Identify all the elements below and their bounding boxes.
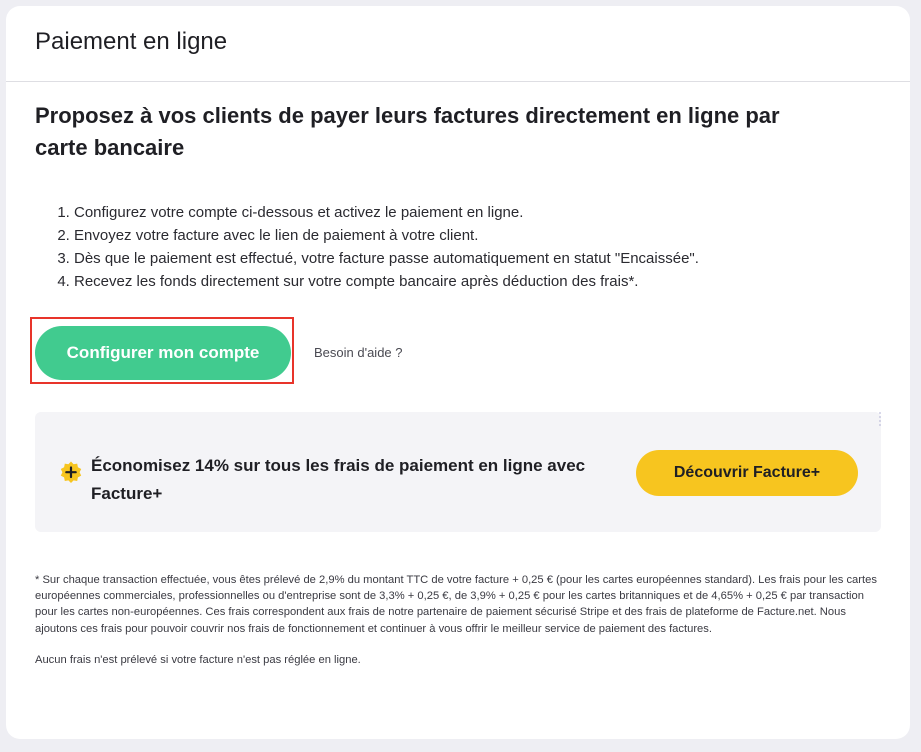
online-payment-card: Paiement en ligne Proposez à vos clients… bbox=[6, 6, 910, 739]
steps-list: Configurez votre compte ci-dessous et ac… bbox=[53, 201, 699, 293]
step-item: Configurez votre compte ci-dessous et ac… bbox=[74, 201, 699, 224]
step-item: Dès que le paiement est effectué, votre … bbox=[74, 247, 699, 270]
promo-text: Économisez 14% sur tous les frais de pai… bbox=[91, 456, 586, 503]
page-title: Paiement en ligne bbox=[35, 27, 228, 55]
headline: Proposez à vos clients de payer leurs fa… bbox=[35, 103, 780, 160]
discover-facture-plus-button[interactable]: Découvrir Facture+ bbox=[636, 450, 858, 496]
step-item: Recevez les fonds directement sur votre … bbox=[74, 270, 699, 293]
fees-footnote: * Sur chaque transaction effectuée, vous… bbox=[35, 574, 877, 635]
configure-account-button[interactable]: Configurer mon compte bbox=[35, 326, 291, 380]
card-header: Paiement en ligne bbox=[6, 6, 910, 82]
plus-badge-icon bbox=[59, 460, 83, 484]
step-item: Envoyez votre facture avec le lien de pa… bbox=[74, 224, 699, 247]
help-link[interactable]: Besoin d'aide ? bbox=[314, 345, 403, 360]
no-fee-note: Aucun frais n'est prélevé si votre factu… bbox=[35, 654, 361, 666]
facture-plus-promo: Économisez 14% sur tous les frais de pai… bbox=[35, 412, 881, 532]
promo-corner-mark bbox=[879, 412, 881, 426]
